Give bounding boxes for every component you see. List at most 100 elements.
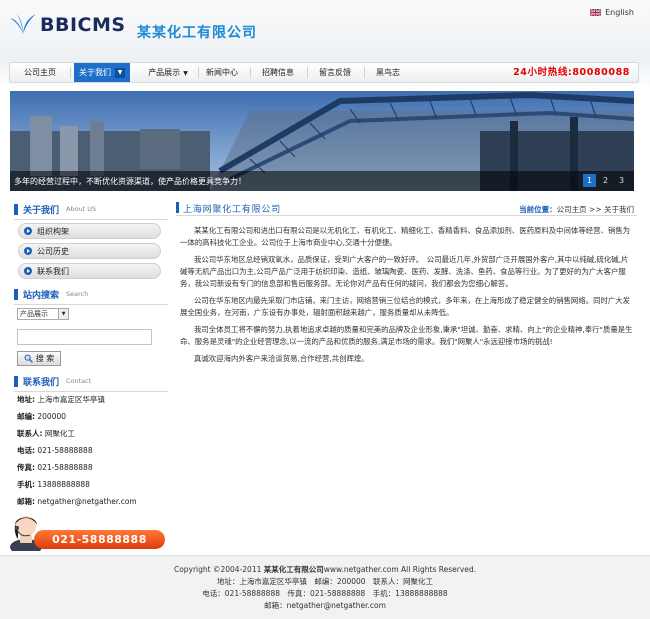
uk-flag-icon <box>590 9 602 16</box>
nav-item-about[interactable]: 关于我们 ▼ <box>74 63 130 82</box>
sidebar-item-label: 联系我们 <box>37 266 69 276</box>
contact-value[interactable]: netgather@netgather.com <box>37 497 136 506</box>
sidebar-item-structure[interactable]: 组织构架 <box>18 223 161 239</box>
sidebar-contact-heading: 联系我们 <box>23 377 60 388</box>
arrow-icon <box>24 227 32 235</box>
arrow-icon <box>24 267 32 275</box>
nav-item-products[interactable]: 产品展示 ▼ <box>138 63 198 82</box>
contact-label: 联系人: <box>17 429 43 438</box>
divider <box>14 391 168 392</box>
contact-tel: 电话: 021-58888888 <box>17 445 93 456</box>
footer-address: 地址：上海市嘉定区华亭镇 邮编：200000 联系人：网聚化工 <box>216 577 434 586</box>
footer-phone: 电话：021-58888888 传真：021-58888888 手机：13888… <box>202 589 448 598</box>
contact-value: 021-58888888 <box>37 463 93 472</box>
contact-email: 邮箱: netgather@netgather.com <box>17 496 137 507</box>
banner-slideshow[interactable]: 多年的经营过程中，不断优化资源渠道，使产品价格更具竞争力！ 1 2 3 <box>10 91 634 191</box>
nav-divider <box>250 67 251 78</box>
company-name: 某某化工有限公司 <box>137 25 257 41</box>
nav-item-home[interactable]: 公司主页 <box>14 63 66 82</box>
contact-value: 200000 <box>37 412 67 421</box>
contact-label: 电话: <box>17 446 35 455</box>
search-input[interactable] <box>17 329 152 345</box>
copyright-prefix: Copyright ©2004-2011 <box>173 565 262 574</box>
title-bar <box>176 202 179 213</box>
logo-text: BBICMS <box>40 14 126 36</box>
contact-zip: 邮编: 200000 <box>17 411 66 422</box>
nav-label: 产品展示 <box>148 68 181 77</box>
nav-divider <box>364 67 365 78</box>
phone-number-badge: 021-58888888 <box>34 530 165 549</box>
nav-label: 留言反馈 <box>319 68 351 77</box>
nav-divider <box>307 67 308 78</box>
breadcrumb-separator: >> <box>589 205 602 214</box>
sidebar-item-label: 公司历史 <box>37 246 69 256</box>
copyright-suffix: www.netgather.com All Rights Reserved. <box>323 565 477 574</box>
sidebar-item-label: 组织构架 <box>37 226 69 236</box>
contact-value: 021-58888888 <box>37 446 93 455</box>
search-category-value: 产品展示 <box>20 310 48 318</box>
contact-value: 网聚化工 <box>44 429 75 438</box>
sidebar-search-subheading: Search <box>66 290 89 298</box>
phone-banner: 021-58888888 <box>8 511 166 551</box>
bird-logo-icon <box>10 14 36 34</box>
nav-label: 关于我们 <box>79 68 111 77</box>
article-paragraph: 真诚欢迎海内外客户来洽谈贸易,合作经营,共创辉煌。 <box>194 354 369 363</box>
breadcrumb: 当前位置：公司主页 >> 关于我们 <box>519 204 634 215</box>
footer-email-value[interactable]: netgather@netgather.com <box>287 601 386 610</box>
contact-label: 手机: <box>17 480 35 489</box>
footer-email: 邮箱：netgather@netgather.com <box>0 600 650 611</box>
banner-caption-text: 多年的经营过程中，不断优化资源渠道，使产品价格更具竞争力！ <box>14 177 246 186</box>
dropdown-arrow-icon: ▼ <box>183 70 188 77</box>
contact-label: 邮箱: <box>17 497 35 506</box>
main-title-bar: 上海网聚化工有限公司 当前位置：公司主页 >> 关于我们 <box>176 199 637 216</box>
nav-label: 黑鸟志 <box>376 68 400 77</box>
nav-label: 新闻中心 <box>206 68 238 77</box>
article-paragraph: 公司在华东地区内最先采取门市店铺，来门主访，网络营销三位结合的模式，多年来，在上… <box>180 296 631 317</box>
sidebar-item-contact[interactable]: 联系我们 <box>18 263 161 279</box>
search-button-label: 搜 索 <box>35 354 55 363</box>
sidebar-search-title: 站内搜索 Search <box>14 287 88 301</box>
sidebar-item-history[interactable]: 公司历史 <box>18 243 161 259</box>
contact-label: 邮编: <box>17 412 35 421</box>
contact-fax: 传真: 021-58888888 <box>17 462 93 473</box>
article-paragraph: 我司全体员工将不懈的努力,执着地追求卓越的质量和完美的品牌及企业形象,秉承"坦诚… <box>180 325 633 346</box>
nav-item-blog[interactable]: 黑鸟志 <box>368 63 408 82</box>
contact-label: 地址: <box>17 395 35 404</box>
article-paragraph: 某某化工有限公司和进出口有限公司是以无机化工、有机化工、精细化工、香精香料、食品… <box>180 226 631 247</box>
search-button[interactable]: 搜 索 <box>17 351 61 366</box>
contact-value: 13888888888 <box>37 480 90 489</box>
sidebar-search-heading: 站内搜索 <box>23 290 60 301</box>
language-label: English <box>605 8 634 17</box>
copyright-company: 某某化工有限公司 <box>263 565 324 574</box>
nav-item-jobs[interactable]: 招聘信息 <box>255 63 301 82</box>
search-icon <box>24 354 33 363</box>
chevron-down-icon: ▼ <box>58 309 68 319</box>
sidebar-about-heading: 关于我们 <box>23 205 60 216</box>
language-switch[interactable]: English <box>590 8 634 17</box>
nav-label: 公司主页 <box>24 68 56 77</box>
breadcrumb-home[interactable]: 公司主页 <box>557 205 587 214</box>
logo[interactable]: BBICMS <box>8 12 126 38</box>
search-category-select[interactable]: 产品展示 ▼ <box>17 308 69 320</box>
nav-label: 招聘信息 <box>262 68 294 77</box>
hotline: 24小时热线:80080088 <box>513 67 630 78</box>
banner-caption: 多年的经营过程中，不断优化资源渠道，使产品价格更具竞争力！ 1 2 3 <box>10 171 634 191</box>
footer-email-label: 邮箱： <box>264 601 287 610</box>
nav-divider <box>70 67 71 78</box>
sidebar-about-title: 关于我们 About US <box>14 202 96 216</box>
breadcrumb-label: 当前位置： <box>519 205 557 214</box>
nav-item-feedback[interactable]: 留言反馈 <box>312 63 358 82</box>
page-title: 上海网聚化工有限公司 <box>183 205 282 215</box>
header: BBICMS 某某化工有限公司 English <box>0 0 650 58</box>
divider <box>14 219 168 220</box>
footer-copyright: Copyright ©2004-2011 某某化工有限公司www.netgath… <box>0 564 650 575</box>
nav-item-news[interactable]: 新闻中心 <box>200 63 244 82</box>
banner-page-3[interactable]: 3 <box>615 174 628 187</box>
sidebar-contact-subheading: Contact <box>66 377 92 385</box>
banner-page-1[interactable]: 1 <box>583 174 596 187</box>
banner-page-2[interactable]: 2 <box>599 174 612 187</box>
contact-address: 地址: 上海市嘉定区华亭镇 <box>17 394 105 405</box>
article-body: 某某化工有限公司和进出口有限公司是以无机化工、有机化工、精细化工、香精香料、食品… <box>180 225 635 370</box>
article-paragraph: 我公司华东地区总经销双氧水，品质保证，受到广大客户的一致好评。 公司最近几年,外… <box>180 255 629 288</box>
nav-divider <box>198 67 199 78</box>
